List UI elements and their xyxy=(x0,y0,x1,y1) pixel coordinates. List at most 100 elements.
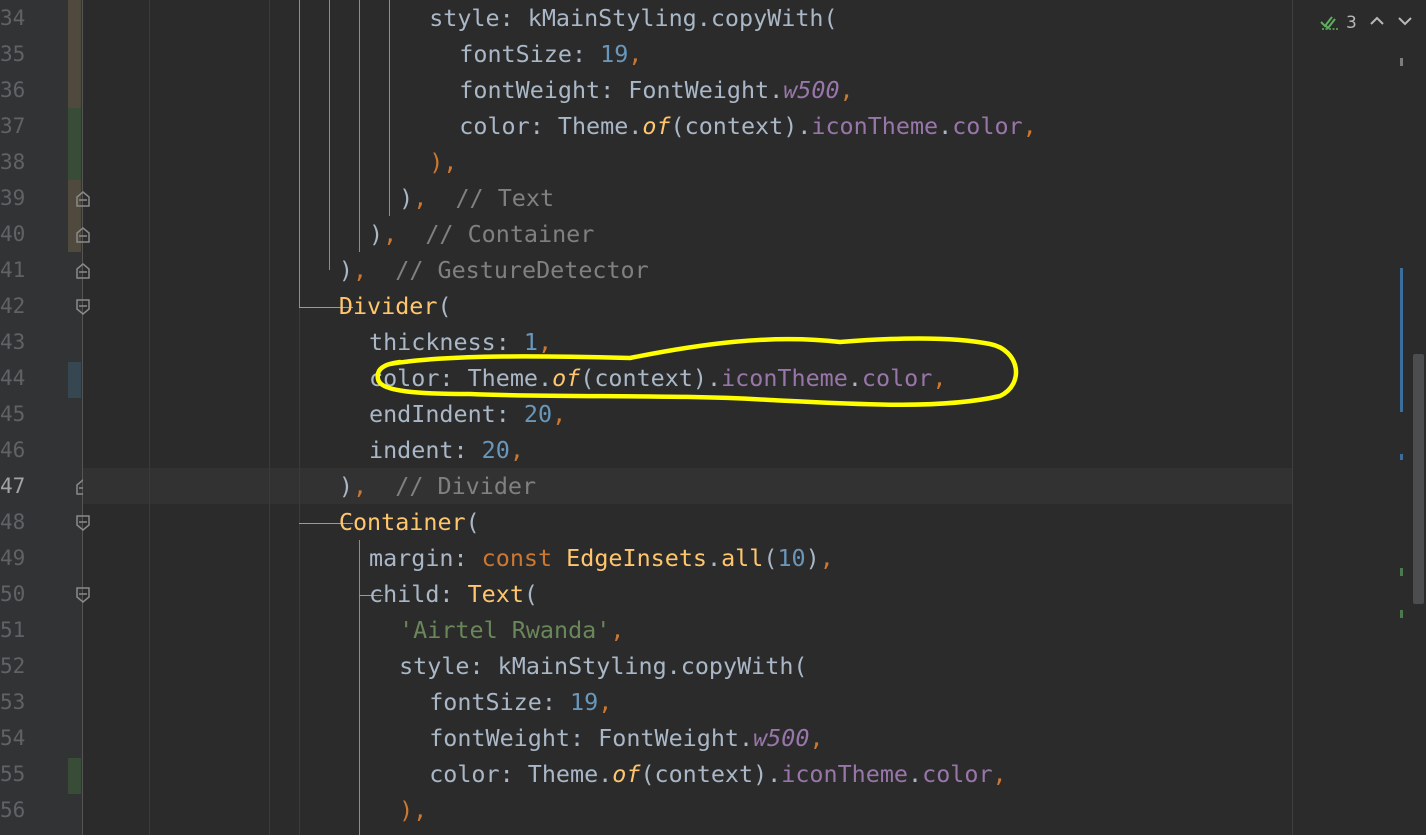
code-token: of xyxy=(642,112,671,140)
code-token: , xyxy=(352,256,368,284)
code-line[interactable]: style: kMainStyling.copyWith( xyxy=(399,648,807,684)
code-line[interactable]: endIndent: 20, xyxy=(369,396,566,432)
code-token: Text xyxy=(467,580,524,608)
code-line[interactable]: ), // GestureDetector xyxy=(339,252,649,288)
code-line[interactable]: Container( xyxy=(339,504,480,540)
code-editor[interactable]: style: kMainStyling.copyWith(fontSize: 1… xyxy=(83,0,1425,835)
code-token: ) xyxy=(338,472,353,500)
code-token: , xyxy=(992,760,1007,788)
line-number[interactable]: 52 xyxy=(0,648,25,684)
code-token: ) xyxy=(369,220,384,248)
code-token: 20 xyxy=(523,400,553,428)
code-line[interactable]: margin: const EdgeInsets.all(10), xyxy=(369,540,834,576)
line-number[interactable]: 47 xyxy=(0,468,25,504)
code-line[interactable]: child: Text( xyxy=(369,576,538,612)
change-mark-added[interactable] xyxy=(68,108,81,180)
code-line[interactable]: ), // Divider xyxy=(339,468,536,504)
line-number[interactable]: 53 xyxy=(0,684,25,720)
code-token: w500 xyxy=(753,724,810,752)
code-token: // GestureDetector xyxy=(367,256,649,284)
indent-guide xyxy=(269,0,270,835)
code-token: ) xyxy=(805,544,820,572)
code-line[interactable]: thickness: 1, xyxy=(369,324,552,360)
code-line[interactable]: ), // Text xyxy=(399,180,554,216)
indent-guide-active xyxy=(329,0,330,270)
code-token: color xyxy=(952,112,1023,140)
line-number[interactable]: 44 xyxy=(0,360,25,396)
scroll-marker[interactable] xyxy=(1400,268,1403,412)
code-token: , xyxy=(538,328,553,356)
code-token: color: Theme. xyxy=(429,760,613,788)
line-number[interactable]: 54 xyxy=(0,720,25,756)
code-line[interactable]: Divider( xyxy=(339,288,452,324)
code-line[interactable]: color: Theme.of(context).iconTheme.color… xyxy=(369,360,946,396)
line-number[interactable]: 49 xyxy=(0,540,25,576)
code-token: , xyxy=(819,544,834,572)
code-line[interactable]: style: kMainStyling.copyWith( xyxy=(429,0,837,36)
code-token: ( xyxy=(465,508,480,536)
code-token: endIndent: xyxy=(369,400,524,428)
code-token: // Container xyxy=(397,220,595,248)
code-token: , xyxy=(628,40,643,68)
code-line[interactable]: indent: 20, xyxy=(369,432,524,468)
code-token: all xyxy=(721,544,764,572)
code-line[interactable]: fontSize: 19, xyxy=(459,36,642,72)
line-number[interactable]: 36 xyxy=(0,72,25,108)
code-token: fontWeight: FontWeight. xyxy=(429,724,754,752)
line-number[interactable]: 40 xyxy=(0,216,25,252)
line-number[interactable]: 34 xyxy=(0,0,25,36)
code-line[interactable]: ), xyxy=(429,144,457,180)
line-number[interactable]: 55 xyxy=(0,756,25,792)
scroll-marker[interactable] xyxy=(1400,454,1403,460)
line-number[interactable]: 51 xyxy=(0,612,25,648)
previous-highlight-icon[interactable] xyxy=(1368,12,1386,30)
line-number-gutter: 34 35 36 37 38 39 40 41 42 43 44 45 46 47 48 49 50 51 52 53… xyxy=(0,0,68,835)
code-line[interactable]: color: Theme.of(context).iconTheme.color… xyxy=(459,108,1036,144)
code-token: w500 xyxy=(783,76,840,104)
code-line[interactable]: color: Theme.of(context).iconTheme.color… xyxy=(429,756,1006,792)
line-number[interactable]: 46 xyxy=(0,432,25,468)
code-token: color: Theme. xyxy=(459,112,643,140)
code-line[interactable]: fontSize: 19, xyxy=(429,684,612,720)
scroll-marker[interactable] xyxy=(1400,58,1403,66)
code-token: . xyxy=(707,544,722,572)
line-number[interactable]: 43 xyxy=(0,324,25,360)
code-token: color xyxy=(861,364,933,392)
code-token: , xyxy=(413,184,428,212)
line-number[interactable]: 35 xyxy=(0,36,25,72)
scroll-marker[interactable] xyxy=(1400,610,1403,618)
line-number[interactable]: 56 xyxy=(0,792,25,828)
line-number[interactable]: 37 xyxy=(0,108,25,144)
change-mark-added[interactable] xyxy=(68,758,81,794)
code-line[interactable]: fontWeight: FontWeight.w500, xyxy=(459,72,853,108)
code-token: (context). xyxy=(640,760,782,788)
line-number[interactable]: 42 xyxy=(0,288,25,324)
code-token: , xyxy=(598,688,613,716)
line-number[interactable]: 50 xyxy=(0,576,25,612)
code-token: fontWeight: FontWeight. xyxy=(459,76,784,104)
code-line[interactable]: ), xyxy=(399,792,427,828)
line-number[interactable]: 41 xyxy=(0,252,25,288)
change-mark-changed[interactable] xyxy=(68,362,81,398)
code-token: , xyxy=(383,220,398,248)
change-mark-modified[interactable] xyxy=(68,0,81,108)
code-token: 19 xyxy=(570,688,599,716)
line-number[interactable]: 45 xyxy=(0,396,25,432)
code-token: ), xyxy=(399,796,428,824)
code-line[interactable]: fontWeight: FontWeight.w500, xyxy=(429,720,823,756)
vcs-change-gutter xyxy=(68,0,82,835)
scroll-marker[interactable] xyxy=(1400,568,1403,576)
code-token: , xyxy=(552,400,567,428)
scrollbar-thumb[interactable] xyxy=(1413,354,1424,604)
code-token: , xyxy=(1022,112,1037,140)
code-token: . xyxy=(938,112,953,140)
line-number[interactable]: 48 xyxy=(0,504,25,540)
line-number[interactable]: 38 xyxy=(0,144,25,180)
code-line[interactable]: 'Airtel Rwanda', xyxy=(399,612,624,648)
code-token: 19 xyxy=(600,40,629,68)
code-token: thickness: xyxy=(369,328,524,356)
line-number[interactable]: 39 xyxy=(0,180,25,216)
code-token: fontSize: xyxy=(429,688,571,716)
code-line[interactable]: ), // Container xyxy=(369,216,594,252)
inspection-widget[interactable]: 3 xyxy=(1320,10,1357,36)
